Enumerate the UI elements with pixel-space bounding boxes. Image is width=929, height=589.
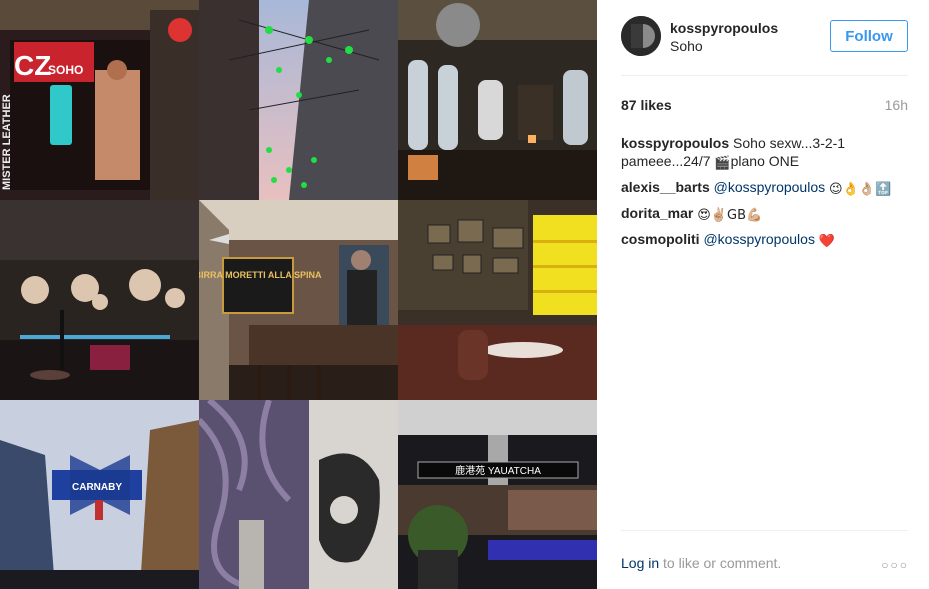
footer-divider	[621, 530, 908, 531]
shop-sign-soho: SOHO	[48, 63, 83, 77]
location[interactable]: Soho	[670, 38, 703, 54]
more-options-icon[interactable]: ○○○	[881, 558, 909, 572]
photo-tile-carnaby-street: CARNABY	[0, 400, 199, 589]
comment-emoji: 😍✌🏼GB💪🏼	[697, 208, 763, 223]
username[interactable]: kosspyropoulos	[670, 20, 778, 36]
pub-sign-text: BIRRA MORETTI ALLA SPINA	[199, 270, 322, 280]
comment-emoji: 🎬	[714, 156, 731, 171]
comment-emoji: ❤️	[818, 234, 836, 249]
comment-emoji: 😉👌👌🏼	[829, 182, 875, 197]
comment-username[interactable]: cosmopoliti	[621, 231, 700, 247]
login-prompt: Log in to like or comment.	[621, 555, 908, 571]
photo-tile-bar-lamps	[0, 200, 199, 400]
post-side-panel: kosspyropoulos Soho Follow 87 likes 16h …	[597, 0, 929, 589]
comment-emoji: 🔝	[874, 182, 892, 197]
comment-item: cosmopoliti @kosspyropoulos ❤️	[621, 230, 908, 251]
post-photo[interactable]: CZ SOHO MISTER LEATHER BIRRA MORETTI ALL…	[0, 0, 597, 589]
avatar[interactable]	[621, 16, 661, 56]
post-header: kosspyropoulos Soho Follow	[621, 16, 908, 74]
carnaby-sign-text: CARNABY	[72, 482, 122, 493]
comment-username[interactable]: kosspyropoulos	[621, 135, 729, 151]
avatar-image	[621, 16, 661, 56]
follow-button[interactable]: Follow	[830, 20, 908, 52]
photo-tile-street-art	[199, 400, 398, 589]
header-divider	[621, 75, 908, 76]
comment-item: alexis__barts @kosspyropoulos 😉👌👌🏼🔝	[621, 178, 908, 199]
comment-item: kosspyropoulos Soho sexw...3-2-1 pameee.…	[621, 134, 908, 173]
comment-item: dorita_mar 😍✌🏼GB💪🏼	[621, 204, 908, 225]
photo-tile-grand-room	[398, 0, 597, 200]
photo-tile-shop-window: CZ SOHO MISTER LEATHER	[0, 0, 199, 200]
comment-mention[interactable]: @kosspyropoulos	[703, 231, 815, 247]
likes-count[interactable]: 87 likes	[621, 97, 672, 113]
comment-mention[interactable]: @kosspyropoulos	[714, 179, 826, 195]
shop-sign-cz: CZ	[14, 50, 51, 81]
comment-text: plano ONE	[730, 153, 800, 169]
comment-list: kosspyropoulos Soho sexw...3-2-1 pameee.…	[621, 134, 908, 256]
login-link[interactable]: Log in	[621, 555, 659, 571]
yauatcha-sign-text: 鹿港苑 YAUATCHA	[455, 464, 541, 477]
photo-tile-yauatcha: 鹿港苑 YAUATCHA	[398, 400, 597, 589]
photo-tile-pub: BIRRA MORETTI ALLA SPINA	[199, 200, 398, 400]
login-prompt-text: to like or comment.	[659, 555, 782, 571]
photo-tile-restaurant	[398, 200, 597, 400]
comment-username[interactable]: dorita_mar	[621, 205, 693, 221]
comment-username[interactable]: alexis__barts	[621, 179, 710, 195]
shop-side-text: MISTER LEATHER	[1, 94, 13, 190]
post-timestamp[interactable]: 16h	[885, 97, 908, 113]
photo-tile-street-lights	[199, 0, 398, 200]
